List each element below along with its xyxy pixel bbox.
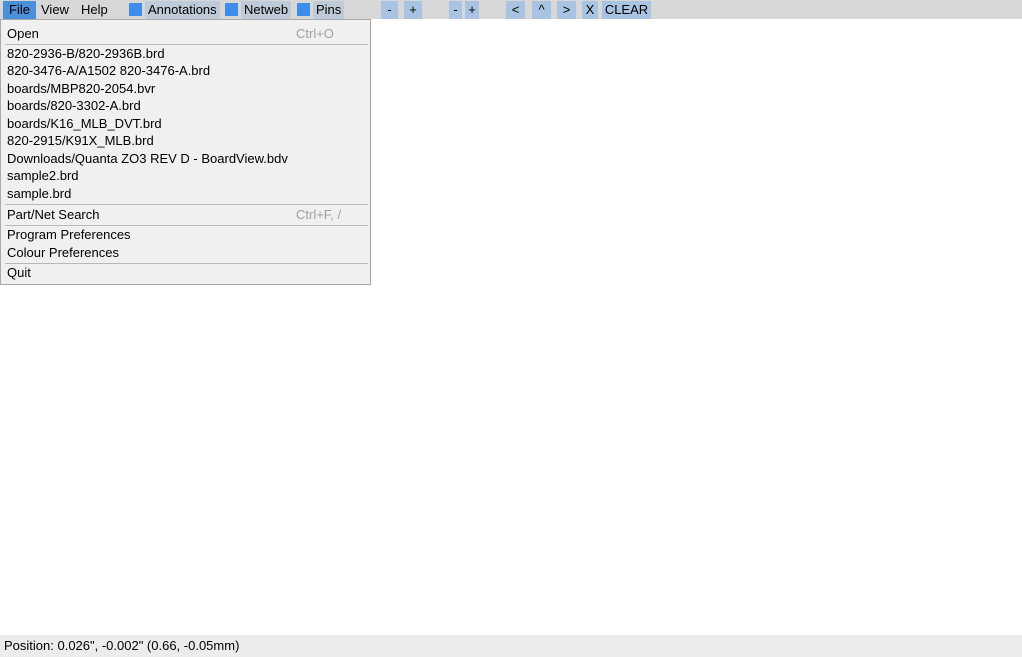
menu-item-shortcut: Ctrl+F, / — [296, 207, 342, 222]
size-up-button[interactable]: + — [465, 1, 479, 19]
recent-file-item[interactable]: 820-2936-B/820-2936B.brd — [7, 45, 362, 62]
recent-file-item[interactable]: boards/MBP820-2054.bvr — [7, 80, 362, 97]
up-button[interactable]: ^ — [532, 1, 551, 19]
size-down-button[interactable]: - — [449, 1, 462, 19]
recent-file-item[interactable]: 820-2915/K91X_MLB.brd — [7, 132, 362, 149]
menu-help[interactable]: Help — [75, 1, 114, 19]
clear-button[interactable]: CLEAR — [602, 1, 651, 19]
menu-bar: File View Help Annotations Netweb Pins -… — [0, 0, 1022, 19]
menu-file[interactable]: File — [3, 1, 36, 19]
menu-item-search[interactable]: Part/Net Search Ctrl+F, / — [7, 206, 362, 223]
recent-file-item[interactable]: boards/K16_MLB_DVT.brd — [7, 115, 362, 132]
menu-item-label: Open — [7, 26, 39, 41]
menu-item-shortcut: Ctrl+O — [296, 26, 334, 41]
pins-label[interactable]: Pins — [313, 1, 345, 19]
pins-checkbox[interactable] — [297, 3, 310, 16]
menu-item-quit[interactable]: Quit — [7, 264, 362, 281]
annotations-label[interactable]: Annotations — [145, 1, 220, 19]
menu-item-program-preferences[interactable]: Program Preferences — [7, 226, 362, 243]
menu-item-open[interactable]: Open Ctrl+O — [7, 25, 362, 42]
zoom-out-button[interactable]: - — [381, 1, 398, 19]
close-button[interactable]: X — [582, 1, 598, 19]
recent-file-item[interactable]: sample.brd — [7, 185, 362, 202]
zoom-in-button[interactable]: + — [404, 1, 422, 19]
annotations-checkbox[interactable] — [129, 3, 142, 16]
netweb-checkbox[interactable] — [225, 3, 238, 16]
menu-item-label: Part/Net Search — [7, 207, 100, 222]
next-button[interactable]: > — [557, 1, 576, 19]
prev-button[interactable]: < — [506, 1, 525, 19]
status-bar: Position: 0.026", -0.002" (0.66, -0.05mm… — [0, 635, 1022, 657]
recent-file-item[interactable]: sample2.brd — [7, 167, 362, 184]
menu-separator — [5, 204, 368, 205]
file-menu-dropdown: Open Ctrl+O 820-2936-B/820-2936B.brd 820… — [0, 19, 371, 285]
netweb-label[interactable]: Netweb — [241, 1, 292, 19]
recent-file-item[interactable]: boards/820-3302-A.brd — [7, 97, 362, 114]
position-readout: Position: 0.026", -0.002" (0.66, -0.05mm… — [4, 638, 240, 653]
recent-file-item[interactable]: Downloads/Quanta ZO3 REV D - BoardView.b… — [7, 150, 362, 167]
menu-item-colour-preferences[interactable]: Colour Preferences — [7, 244, 362, 261]
menu-view[interactable]: View — [35, 1, 75, 19]
recent-file-item[interactable]: 820-3476-A/A1502 820-3476-A.brd — [7, 62, 362, 79]
